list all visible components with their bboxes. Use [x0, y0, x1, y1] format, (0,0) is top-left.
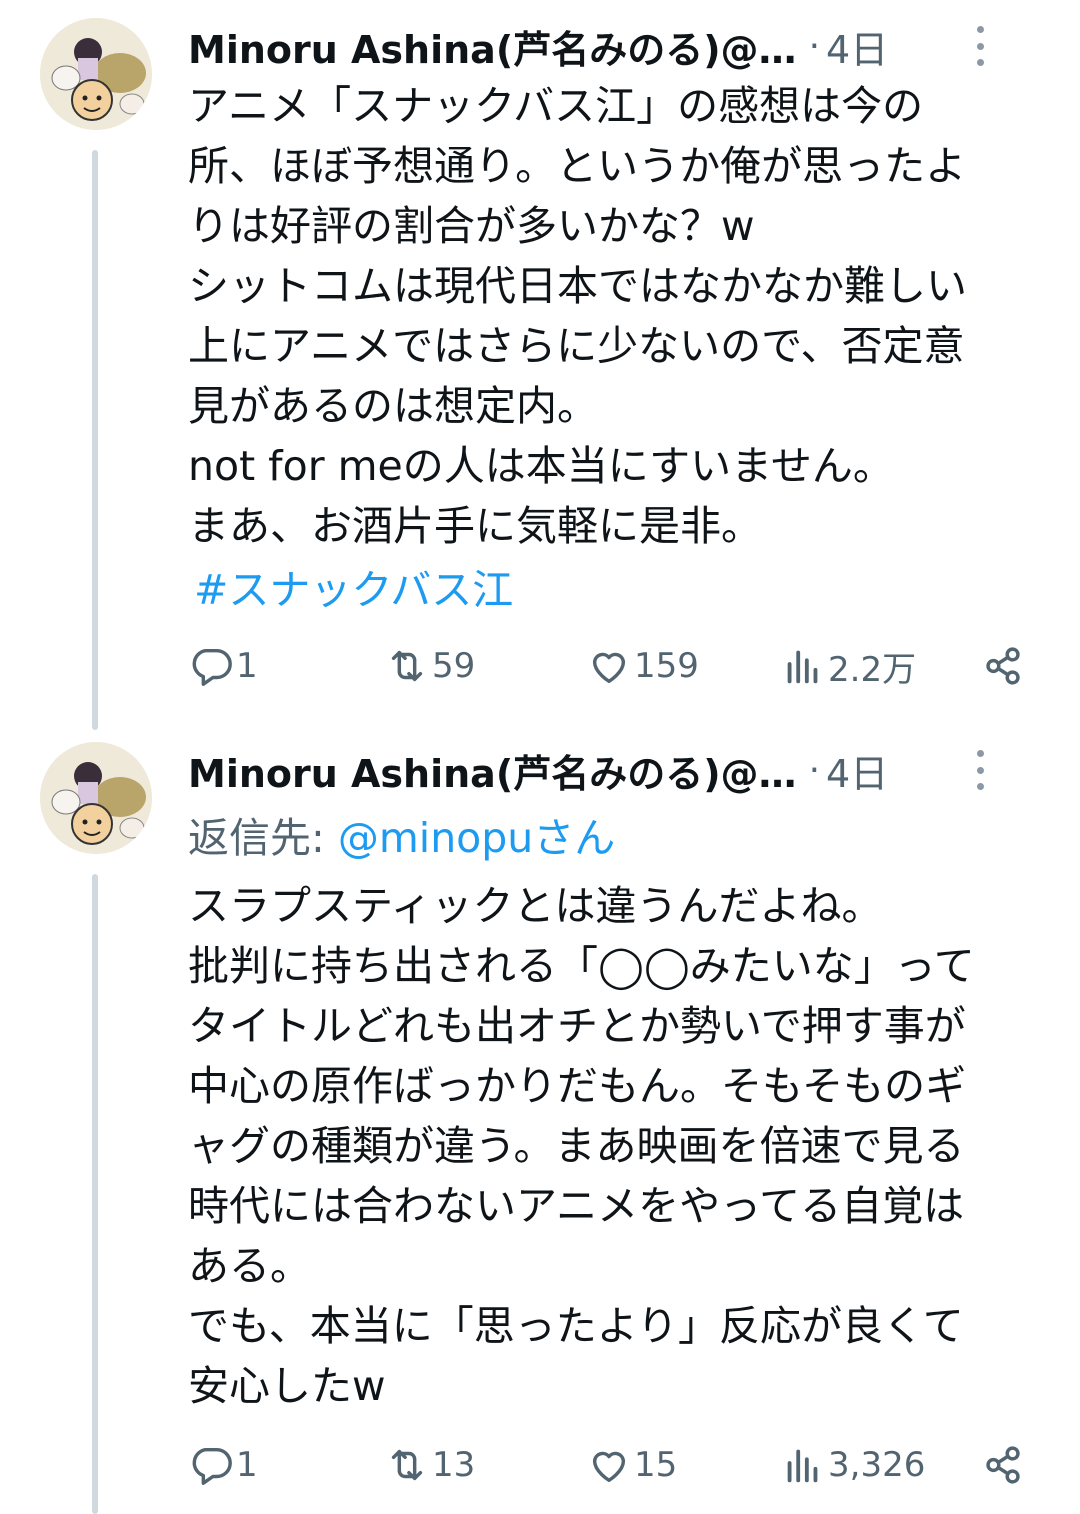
repost-button[interactable]: 13 — [384, 1440, 475, 1490]
like-button[interactable]: 159 — [586, 641, 699, 691]
repost-button[interactable]: 59 — [384, 641, 475, 691]
thread-line — [92, 874, 98, 1514]
reply-context: 返信先: @minopuさん — [188, 804, 615, 864]
views-count: 3,326 — [828, 1445, 926, 1485]
tweet[interactable]: Minoru Ashina(芦名みのる)@… · 4日 アニメ「スナックバス江」… — [0, 0, 1080, 730]
repost-count: 13 — [432, 1445, 476, 1485]
views-icon — [787, 1449, 818, 1483]
share-button[interactable] — [980, 1440, 1028, 1490]
avatar-illustration — [40, 742, 152, 854]
action-bar: 1 13 15 3,326 — [188, 1440, 1028, 1490]
repost-icon — [391, 650, 423, 682]
hashtag-link[interactable]: #スナックバス江 — [194, 556, 513, 616]
heart-icon — [592, 1451, 626, 1483]
tweet-text: スラプスティックとは違うんだよね。 批判に持ち出される「◯◯みたいな」って タイ… — [188, 882, 975, 1410]
reply-button[interactable]: 1 — [188, 641, 258, 691]
like-count: 159 — [634, 646, 699, 686]
reply-count: 1 — [236, 1445, 258, 1485]
more-icon[interactable] — [972, 26, 988, 66]
views-button[interactable]: 3,326 — [780, 1440, 925, 1490]
reply-handle-link[interactable]: @minopuさん — [338, 814, 615, 862]
reply-icon — [192, 648, 232, 686]
author-name[interactable]: Minoru Ashina(芦名みのる)@… — [188, 19, 797, 74]
avatar-illustration — [40, 18, 152, 130]
views-icon — [787, 650, 818, 684]
separator-dot: · — [808, 749, 821, 791]
separator-dot: · — [808, 25, 821, 67]
repost-count: 59 — [432, 646, 476, 686]
reply-icon — [192, 1447, 232, 1485]
repost-icon — [391, 1449, 423, 1481]
action-bar: 1 59 159 2.2万 — [188, 641, 1028, 691]
more-icon[interactable] — [972, 750, 988, 790]
like-count: 15 — [634, 1445, 678, 1485]
reply-label: 返信先: — [188, 814, 338, 862]
avatar[interactable] — [40, 18, 152, 130]
heart-icon — [592, 652, 626, 684]
views-button[interactable]: 2.2万 — [780, 641, 916, 691]
like-button[interactable]: 15 — [586, 1440, 677, 1490]
reply-count: 1 — [236, 646, 258, 686]
tweet-text: アニメ「スナックバス江」の感想は今の 所、ほぼ予想通り。というか俺が思ったよ り… — [188, 82, 967, 550]
avatar[interactable] — [40, 742, 152, 854]
tweet[interactable]: Minoru Ashina(芦名みのる)@… · 4日 返信先: @minopu… — [0, 720, 1080, 1514]
views-count: 2.2万 — [828, 649, 917, 690]
share-icon — [986, 647, 1020, 685]
timestamp[interactable]: 4日 — [826, 743, 888, 798]
share-button[interactable] — [980, 641, 1028, 691]
thread-line — [92, 150, 98, 730]
author-name[interactable]: Minoru Ashina(芦名みのる)@… — [188, 743, 797, 798]
reply-button[interactable]: 1 — [188, 1440, 258, 1490]
timestamp[interactable]: 4日 — [826, 19, 888, 74]
share-icon — [986, 1446, 1020, 1484]
